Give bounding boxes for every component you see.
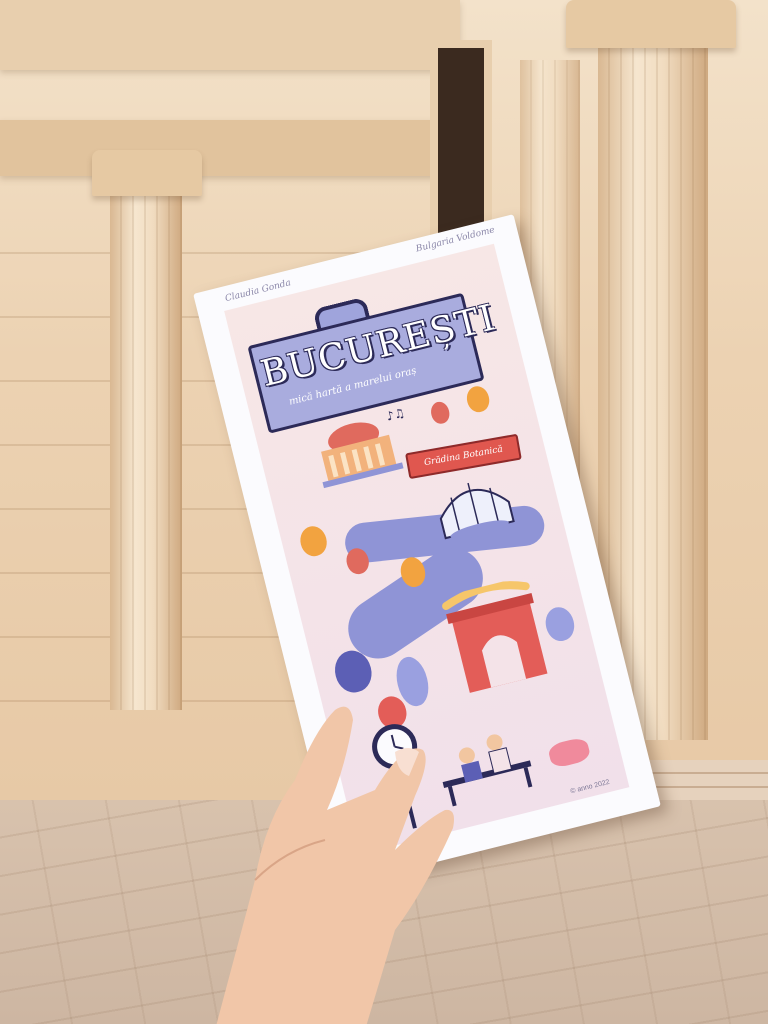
upper-cornice xyxy=(0,0,460,70)
holding-hand xyxy=(216,706,454,1024)
left-column xyxy=(110,190,182,710)
autumn-tree xyxy=(428,399,452,426)
copyright-note: © anno 2022 xyxy=(569,778,611,796)
right-column-capital xyxy=(566,0,736,48)
svg-text:♪♫: ♪♫ xyxy=(385,406,406,424)
autumn-tree xyxy=(464,383,492,415)
pink-bush xyxy=(546,736,592,770)
autumn-tree xyxy=(297,523,330,559)
left-column-capital xyxy=(92,150,202,196)
photo-scene: Claudia Gonda Bulgaria Voldome BUCUREȘTI… xyxy=(0,0,768,1024)
ornate-frieze xyxy=(0,120,460,176)
